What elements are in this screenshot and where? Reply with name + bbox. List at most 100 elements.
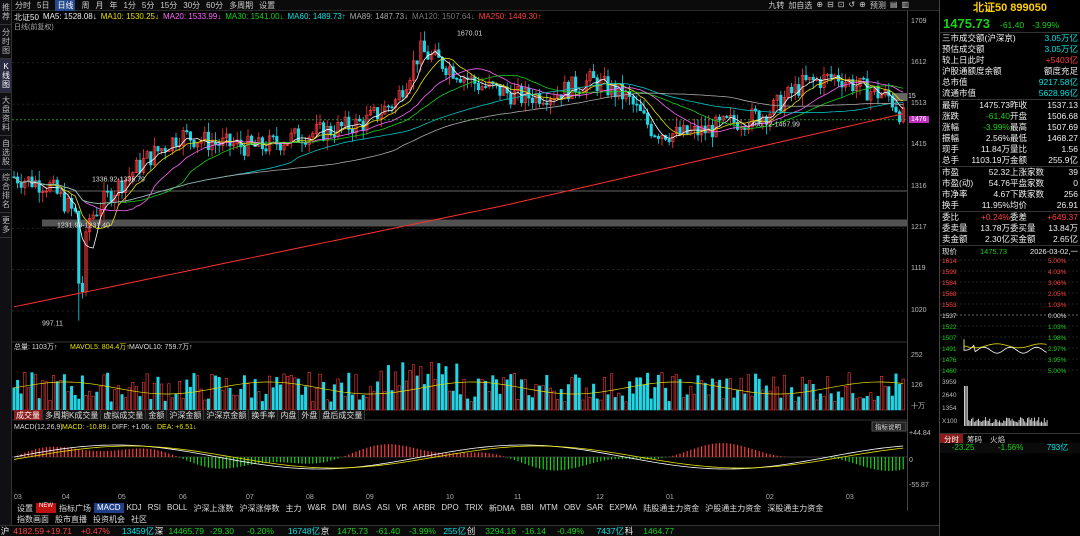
volume-bar bbox=[232, 395, 234, 410]
volume-bar bbox=[610, 374, 612, 410]
period-tab-5[interactable]: 年 bbox=[109, 0, 117, 11]
period-tab-10[interactable]: 60分 bbox=[206, 0, 223, 11]
left-tab-6[interactable]: 更多 bbox=[0, 213, 12, 238]
volume-bar bbox=[690, 387, 692, 410]
sub-tab-2[interactable]: 虚拟成交量 bbox=[101, 410, 146, 420]
left-tab-3[interactable]: 大盘资料 bbox=[0, 93, 12, 136]
nav-tab-0[interactable]: 指数画面 bbox=[14, 514, 52, 524]
candle-body bbox=[477, 83, 479, 89]
volume-bar bbox=[189, 387, 191, 410]
sub-tab-6[interactable]: 换手率 bbox=[249, 410, 278, 420]
indicator-tab-3[interactable]: MACD bbox=[94, 503, 124, 513]
toolbar-right-0[interactable]: 九转 bbox=[768, 0, 784, 11]
period-tab-1[interactable]: 5日 bbox=[37, 0, 49, 11]
left-tab-2[interactable]: K线图 bbox=[0, 59, 12, 93]
indicator-tab-25[interactable]: 沪股通主力资金 bbox=[702, 503, 764, 513]
left-tab-1[interactable]: 分时图 bbox=[0, 25, 12, 59]
indicator-tab-23[interactable]: EXPMA bbox=[606, 503, 640, 513]
indicator-tab-17[interactable]: TRIX bbox=[462, 503, 486, 513]
period-tab-12[interactable]: 设置 bbox=[259, 0, 275, 11]
left-tab-0[interactable]: 推荐 bbox=[0, 0, 12, 25]
quote-row: 涨幅 -3.99% 最高 1507.69 bbox=[940, 122, 1080, 133]
quote-tab-1[interactable]: 筹码 bbox=[963, 434, 986, 443]
sub-tab-3[interactable]: 金额 bbox=[146, 410, 167, 420]
volume-bar bbox=[254, 379, 256, 410]
sub-tab-7[interactable]: 内盘 bbox=[278, 410, 299, 420]
x-month-label: 10 bbox=[446, 494, 454, 501]
indicator-tab-20[interactable]: MTM bbox=[537, 503, 561, 513]
indicator-tab-1[interactable]: NEW bbox=[36, 503, 56, 513]
period-tab-8[interactable]: 15分 bbox=[160, 0, 177, 11]
indicator-tab-21[interactable]: OBV bbox=[561, 503, 584, 513]
left-tab-4[interactable]: 自选股 bbox=[0, 136, 12, 170]
period-tab-4[interactable]: 月 bbox=[95, 0, 103, 11]
indicator-tab-26[interactable]: 深股通主力资金 bbox=[764, 503, 826, 513]
indicator-tab-2[interactable]: 指标广场 bbox=[56, 503, 94, 513]
indicator-tab-24[interactable]: 陆股通主力资金 bbox=[640, 503, 702, 513]
sub-tab-9[interactable]: 盘后成交量 bbox=[320, 410, 365, 420]
nav-tab-1[interactable]: 股市直播 bbox=[52, 514, 90, 524]
indicator-tab-4[interactable]: KDJ bbox=[124, 503, 145, 513]
sub-tab-1[interactable]: 多周期K成交量 bbox=[43, 410, 101, 420]
period-tab-11[interactable]: 多周期 bbox=[229, 0, 253, 11]
volume-bar bbox=[517, 399, 519, 410]
indicator-tab-6[interactable]: BOLL bbox=[164, 503, 190, 513]
quote-tab-2[interactable]: 火焰 bbox=[986, 434, 1009, 443]
indicator-tab-11[interactable]: DMI bbox=[329, 503, 350, 513]
toolbar-right-3[interactable]: ⊟ bbox=[827, 0, 834, 11]
period-tab-9[interactable]: 30分 bbox=[183, 0, 200, 11]
indicator-tab-13[interactable]: ASI bbox=[374, 503, 393, 513]
indicator-tab-9[interactable]: 主力 bbox=[283, 503, 305, 513]
toolbar-right-6[interactable]: ⊕ bbox=[859, 0, 866, 11]
period-tab-3[interactable]: 周 bbox=[81, 0, 89, 11]
ticker-item-17: -16.14 bbox=[516, 526, 546, 536]
indicator-tab-19[interactable]: BBI bbox=[518, 503, 537, 513]
period-tab-0[interactable]: 分时 bbox=[15, 0, 31, 11]
indicator-tab-22[interactable]: SAR bbox=[584, 503, 606, 513]
toolbar-right-8[interactable]: ▤ bbox=[890, 0, 898, 11]
sub-tab-0[interactable]: 成交量 bbox=[14, 410, 43, 420]
volume-bar bbox=[222, 391, 224, 410]
toolbar-right-4[interactable]: ⊡ bbox=[838, 0, 845, 11]
intra-vol-bar bbox=[1002, 423, 1003, 426]
indicator-tab-7[interactable]: 沪深上涨数 bbox=[191, 503, 237, 513]
indicator-tab-5[interactable]: RSI bbox=[145, 503, 164, 513]
sub-tab-8[interactable]: 外盘 bbox=[299, 410, 320, 420]
period-tab-7[interactable]: 5分 bbox=[142, 0, 154, 11]
quote-label: 最低 bbox=[1010, 133, 1027, 144]
indicator-tab-12[interactable]: BIAS bbox=[350, 503, 374, 513]
toolbar-right-1[interactable]: 加自选 bbox=[788, 0, 812, 11]
volume-bar bbox=[553, 391, 555, 410]
indicator-tab-0[interactable]: 设置 bbox=[14, 503, 36, 513]
volume-bar bbox=[830, 394, 832, 410]
volume-bar bbox=[672, 376, 674, 410]
toolbar-right-7[interactable]: 预测 bbox=[870, 0, 886, 11]
volume-bar bbox=[679, 379, 681, 410]
indicator-tab-18[interactable]: 新DMA bbox=[486, 503, 518, 513]
sub-tab-4[interactable]: 沪深金额 bbox=[167, 410, 204, 420]
quote-label: 涨幅 bbox=[942, 122, 959, 133]
candle-body bbox=[265, 149, 267, 151]
intraday-chart[interactable]: 1614 5.00% 1599 4.03% 1584 3.06% 1568 2.05% 1553… bbox=[940, 256, 1080, 431]
toolbar-right-5[interactable]: ↺ bbox=[848, 0, 855, 11]
toolbar-right-2[interactable]: ⊕ bbox=[816, 0, 823, 11]
quote-tab-0[interactable]: 分时 bbox=[940, 434, 963, 443]
indicator-tab-14[interactable]: VR bbox=[393, 503, 410, 513]
volume-bar bbox=[150, 399, 152, 410]
left-tab-5[interactable]: 综合排名 bbox=[0, 170, 12, 213]
period-tab-6[interactable]: 1分 bbox=[123, 0, 135, 11]
nav-tab-3[interactable]: 社区 bbox=[128, 514, 150, 524]
volume-bar bbox=[524, 380, 526, 410]
indicator-tab-8[interactable]: 沪深涨停数 bbox=[237, 503, 283, 513]
indicator-tab-10[interactable]: W&R bbox=[305, 503, 330, 513]
volume-bar bbox=[348, 373, 350, 410]
indicator-tab-15[interactable]: ARBR bbox=[410, 503, 438, 513]
quote-value: 54.76 bbox=[989, 178, 1010, 189]
indicator-tab-16[interactable]: DPO bbox=[438, 503, 461, 513]
nav-tab-2[interactable]: 投资机会 bbox=[90, 514, 128, 524]
sub-tab-5[interactable]: 沪深京金额 bbox=[204, 410, 249, 420]
period-tab-2[interactable]: 日线 bbox=[55, 0, 75, 11]
quote-value: 0 bbox=[1073, 178, 1078, 189]
kline-chart[interactable]: 1670.01 1336.92-1336.79 1231.99-1231.40 997… bbox=[12, 22, 907, 512]
toolbar-right-9[interactable]: ▥ bbox=[901, 0, 909, 11]
